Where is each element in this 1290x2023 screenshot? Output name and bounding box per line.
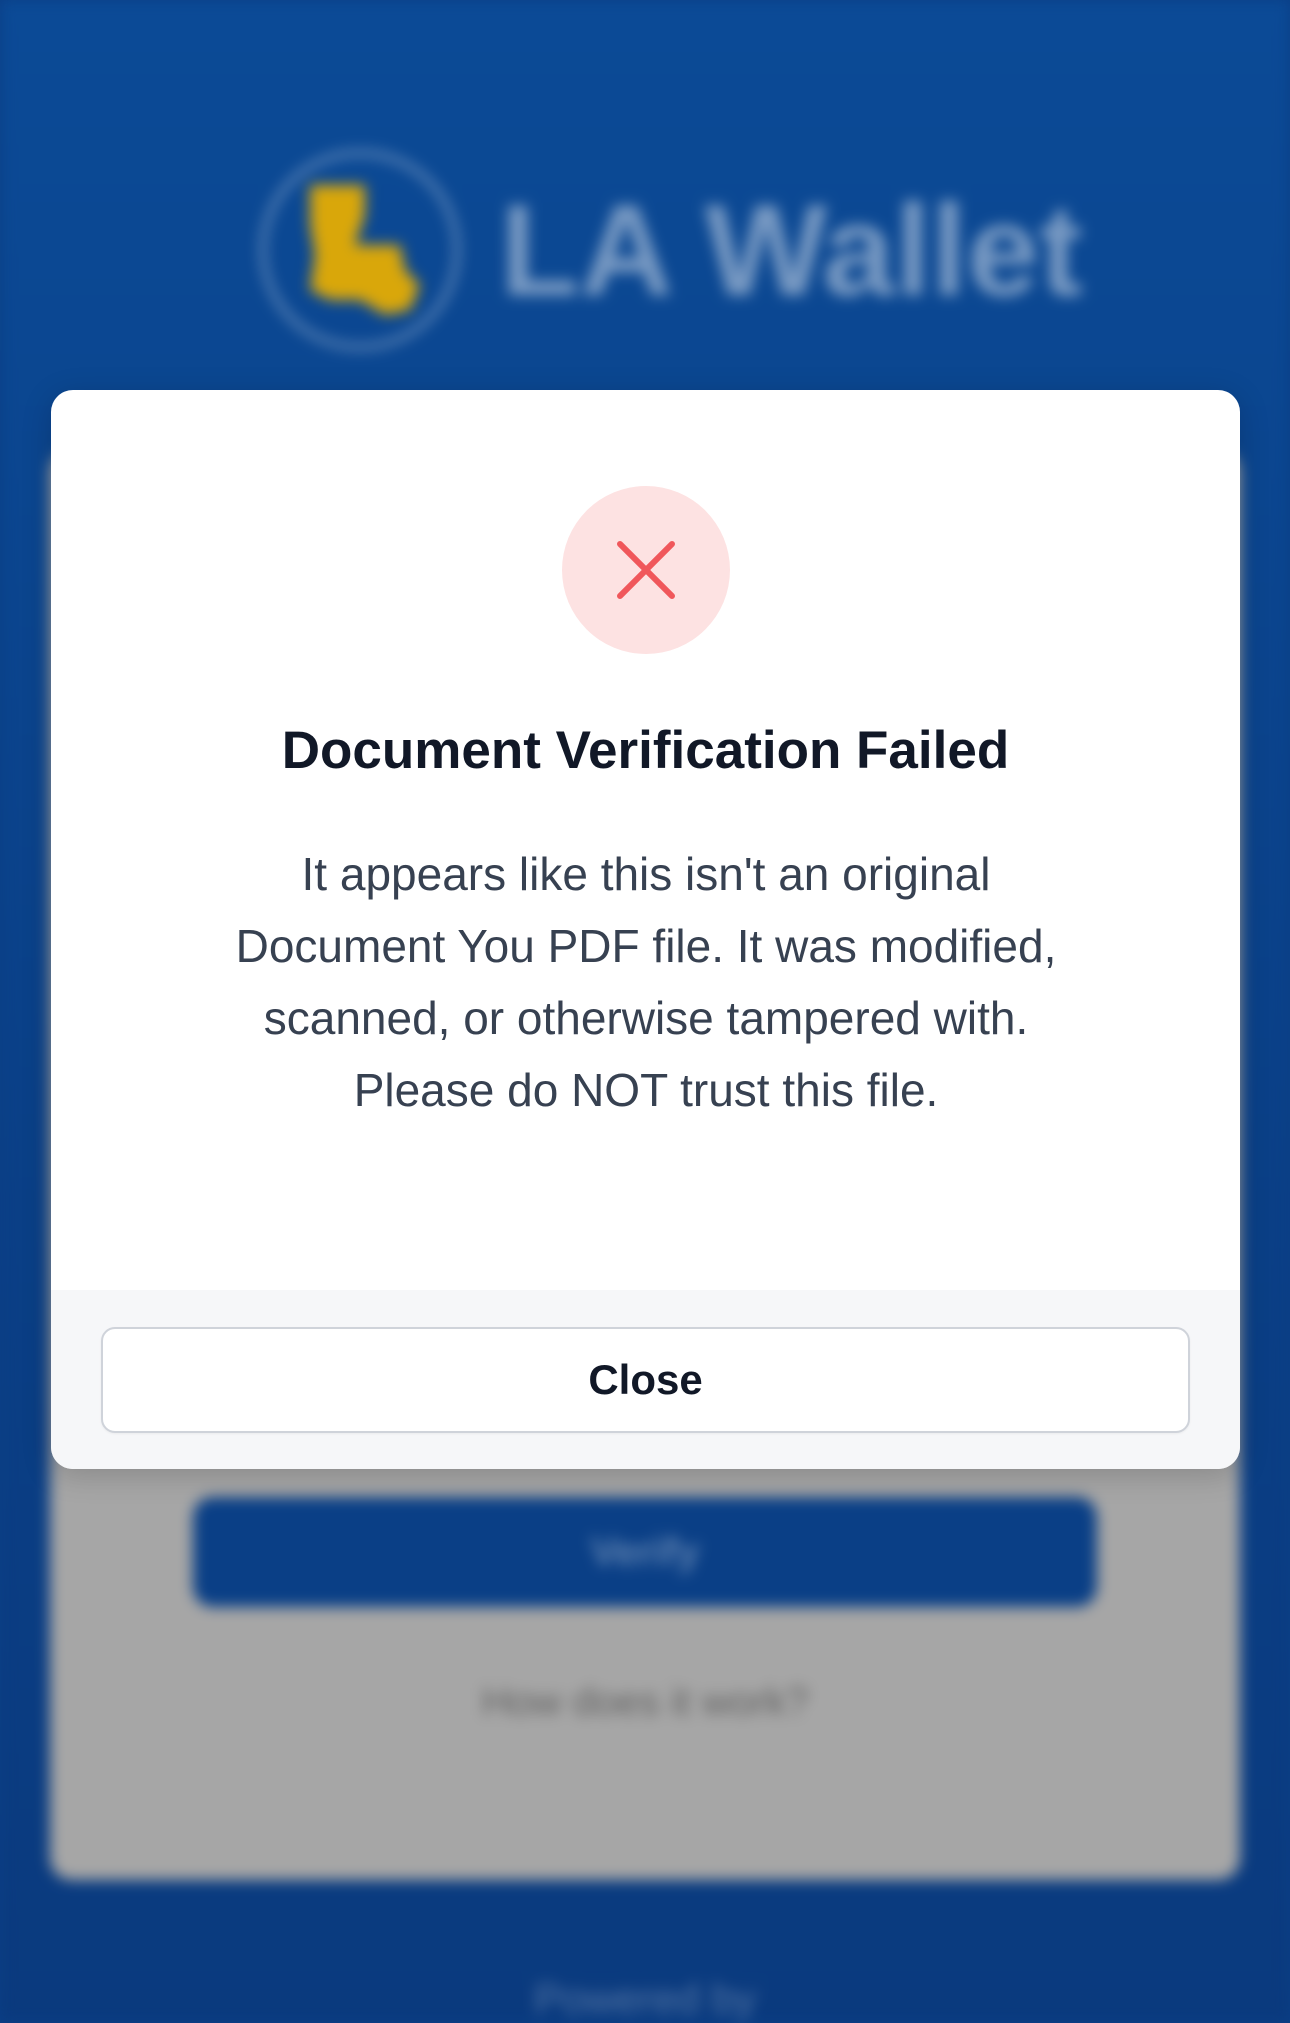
louisiana-state-icon [310,185,420,315]
app-logo: LA Wallet [260,150,1083,350]
dialog-message: It appears like this isn't an original D… [235,848,1057,1116]
how-it-works-link: How does it work? [481,1680,809,1724]
close-x-icon [617,541,675,599]
logo-ring [260,150,460,350]
dialog-footer: Close [51,1290,1240,1469]
app-name: LA Wallet [500,177,1083,323]
powered-by-footer: Powered by [534,1975,756,2022]
dialog-title: Document Verification Failed [281,721,1010,780]
verify-button: Verify [193,1497,1097,1607]
error-badge [562,486,730,654]
verification-failed-dialog: Document Verification Failed It appears … [51,390,1240,1469]
dialog-body: Document Verification Failed It appears … [51,390,1240,1290]
close-button[interactable]: Close [101,1327,1190,1433]
